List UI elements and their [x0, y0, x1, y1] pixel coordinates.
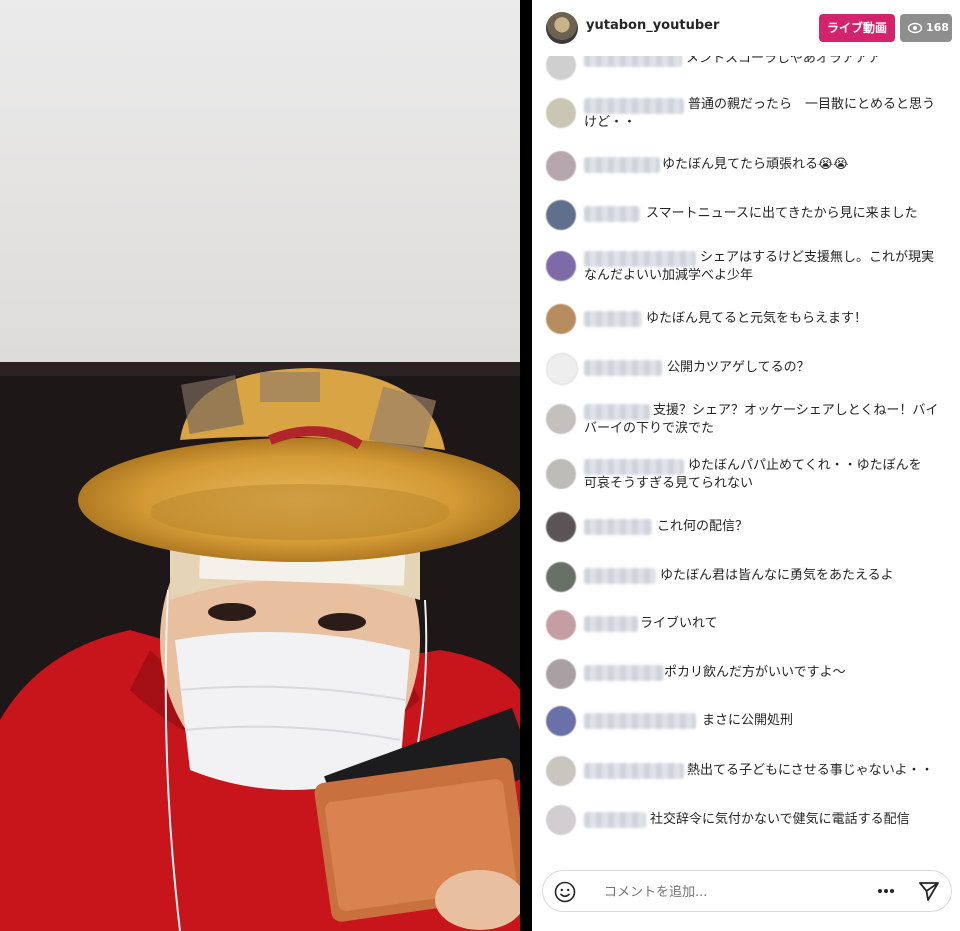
comment-username [584, 519, 652, 535]
video-frame-illustration [0, 0, 520, 931]
comment-text: まさに公開処刑 [702, 713, 794, 728]
comment-username [584, 459, 684, 475]
live-comments-panel: yutabon_youtuber ライブ動画 168 メントスコーラしやあオラア… [532, 0, 960, 931]
comment-text: ゆたぼんパパ止めてくれ・・ゆたぼんを [688, 458, 922, 473]
avatar [546, 756, 576, 786]
comment-username [584, 98, 684, 114]
avatar [546, 56, 576, 80]
avatar [546, 404, 576, 434]
comment-username [584, 157, 660, 173]
comment-username [584, 763, 684, 779]
comment-username [584, 251, 696, 267]
avatar [546, 562, 576, 592]
live-badge: ライブ動画 [819, 14, 895, 42]
viewer-count-badge: 168 [900, 14, 952, 42]
comment-username [584, 665, 664, 681]
comment-text: ゆたぼん君は皆んなに勇気をあたえるよ [660, 568, 894, 583]
comment-text: 社交辞令に気付かないで健気に電話する配信 [650, 812, 910, 827]
avatar [546, 459, 576, 489]
avatar [546, 706, 576, 736]
comment-text: ライブいれて [640, 616, 718, 631]
comment-username [584, 360, 662, 376]
comment-text: ゆたぼん見てると元気をもらえます！ [646, 311, 868, 326]
comment-text: メントスコーラしやあオラアアア [686, 56, 881, 66]
comment-text-cont: なんだよいい加減学べよ少年 [584, 268, 754, 283]
comment-text: 熱出てる子どもにさせる事じゃないよ・・ [687, 763, 934, 778]
send-icon[interactable] [918, 880, 940, 902]
comment-text: 普通の親だったら 一目散にとめると思う [688, 97, 936, 112]
comment-username [584, 206, 640, 222]
username[interactable]: yutabon_youtuber [586, 18, 719, 33]
panel-header: yutabon_youtuber ライブ動画 168 [532, 0, 960, 56]
avatar [546, 151, 576, 181]
comment-text: ポカリ飲んだ方がいいですよ〜 [664, 665, 846, 680]
comment-list[interactable]: メントスコーラしやあオラアアア 普通の親だったら 一目散にとめると思う けど・・… [532, 56, 960, 856]
avatar [546, 512, 576, 542]
comment-text-cont: けど・・ [584, 115, 637, 130]
comment-text: ゆたぼん見てたら頑張れる😭😭 [662, 157, 849, 172]
comment-text: 支援？シェア？オッケーシェアしとくねー！バイ [653, 403, 939, 418]
comment-text-cont: バーイの下りで涙でた [584, 421, 715, 436]
avatar[interactable] [546, 12, 578, 44]
avatar [546, 610, 576, 640]
comment-text: スマートニュースに出てきたから見に来ました [646, 206, 918, 221]
comment-username [584, 616, 638, 632]
comment-text: これ何の配信？ [657, 519, 749, 534]
comment-username [584, 568, 656, 584]
avatar [546, 251, 576, 281]
more-dots-icon[interactable] [877, 888, 895, 894]
avatar [546, 304, 576, 334]
comment-text: シェアはするけど支援無し。これが現実 [700, 250, 935, 265]
comment-username [584, 311, 642, 327]
eye-icon [908, 22, 922, 34]
avatar [546, 200, 576, 230]
comment-input[interactable] [602, 880, 806, 904]
smile-icon[interactable] [554, 881, 576, 903]
comment-text: 公開カツアゲしてるの？ [667, 360, 810, 375]
divider [520, 0, 532, 931]
avatar [546, 659, 576, 689]
comment-footer [532, 856, 960, 931]
avatar [546, 353, 578, 385]
comment-username [584, 56, 682, 67]
comment-username [584, 404, 650, 420]
viewer-count: 168 [926, 21, 949, 34]
avatar [546, 805, 576, 835]
live-video-stream[interactable] [0, 0, 520, 931]
comment-username [584, 713, 696, 729]
comment-username [584, 812, 646, 828]
comment-text-cont: 可哀そうすぎる見てられない [584, 476, 754, 491]
avatar [546, 98, 576, 128]
